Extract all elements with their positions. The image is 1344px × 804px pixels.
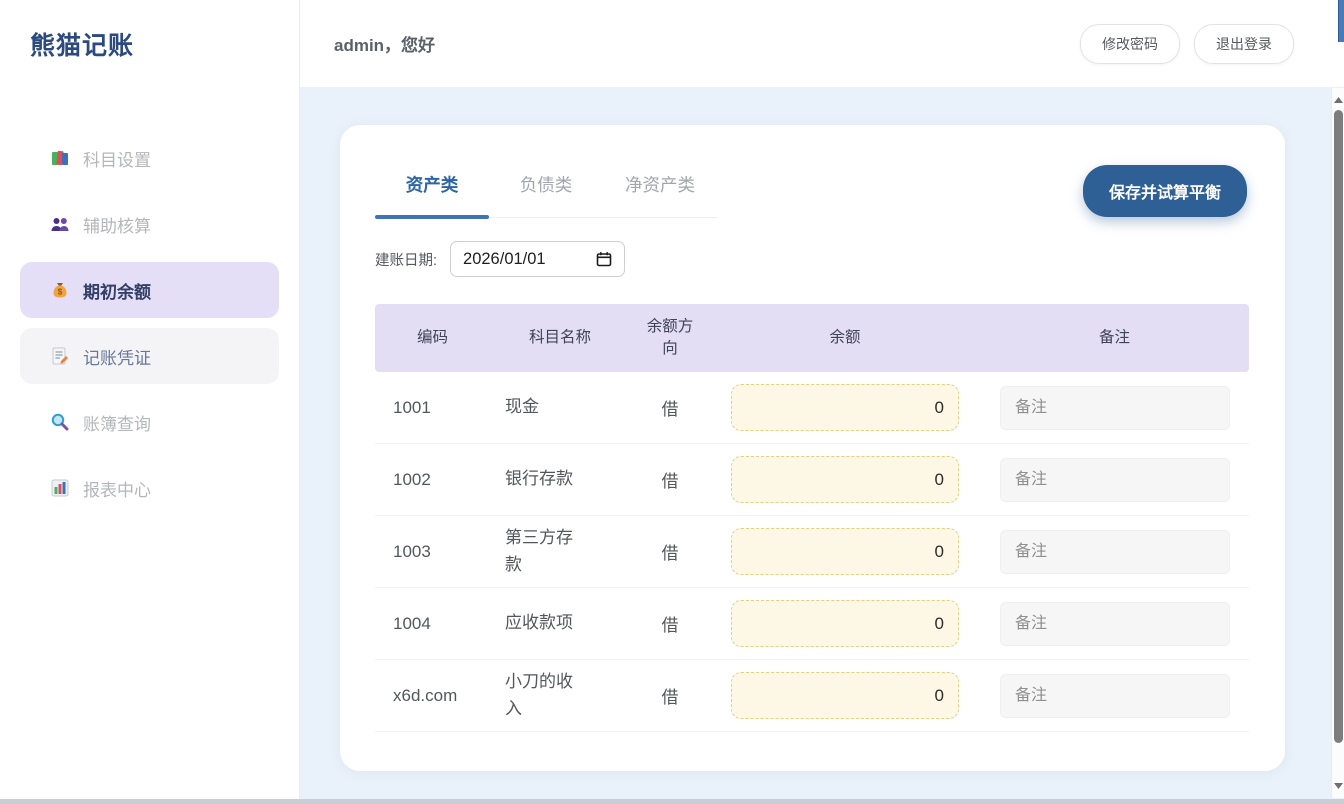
remark-input[interactable]	[1000, 602, 1230, 646]
main-content-area: 资产类 负债类 净资产类 保存并试算平衡 建账日期: 2026/01/01 编码…	[300, 88, 1344, 804]
date-input[interactable]: 2026/01/01	[450, 241, 625, 277]
tabs-row: 资产类 负债类 净资产类 保存并试算平衡	[375, 170, 1249, 218]
table-row: x6d.com 小刀的收入 借	[375, 660, 1249, 732]
balance-input[interactable]	[731, 456, 959, 503]
cell-remark	[980, 602, 1249, 646]
remark-input[interactable]	[1000, 530, 1230, 574]
cell-balance	[710, 384, 980, 431]
memo-icon	[50, 346, 70, 366]
table-row: 1002 银行存款 借	[375, 444, 1249, 516]
horizontal-scrollbar-track[interactable]	[0, 799, 1344, 804]
calendar-icon	[596, 251, 612, 267]
table-row: 1001 现金 借	[375, 372, 1249, 444]
cell-code: x6d.com	[375, 686, 490, 706]
top-header: admin，您好 修改密码 退出登录	[300, 0, 1344, 88]
category-tabs: 资产类 负债类 净资产类	[375, 170, 717, 218]
header-actions: 修改密码 退出登录	[1080, 24, 1294, 64]
column-header-remark: 备注	[980, 327, 1249, 349]
tab-liabilities[interactable]: 负债类	[489, 170, 603, 217]
cell-code: 1002	[375, 470, 490, 490]
date-label: 建账日期:	[375, 249, 437, 270]
cell-code: 1004	[375, 614, 490, 634]
scrollbar-up-arrow[interactable]	[1333, 95, 1344, 106]
sidebar-item-label: 账簿查询	[83, 410, 151, 435]
sidebar-item-label: 期初余额	[83, 278, 151, 303]
tab-assets[interactable]: 资产类	[375, 170, 489, 217]
cell-balance	[710, 528, 980, 575]
table-row: 1004 应收款项 借	[375, 588, 1249, 660]
cell-balance-direction: 借	[630, 683, 710, 708]
sidebar-item-label: 辅助核算	[83, 212, 151, 237]
browser-edge-strip	[1338, 0, 1344, 42]
tab-net-assets[interactable]: 净资产类	[603, 170, 717, 217]
cell-subject-name: 应收款项	[490, 610, 630, 636]
sidebar-item-opening-balance[interactable]: $ 期初余额	[20, 262, 279, 318]
cell-balance-direction: 借	[630, 539, 710, 564]
cell-balance	[710, 600, 980, 647]
sidebar-item-subject-settings[interactable]: 科目设置	[20, 130, 279, 186]
remark-input[interactable]	[1000, 674, 1230, 718]
date-row: 建账日期: 2026/01/01	[375, 241, 1249, 277]
remark-input[interactable]	[1000, 458, 1230, 502]
balance-input[interactable]	[731, 384, 959, 431]
search-icon	[50, 412, 70, 432]
table-body: 1001 现金 借 1002 银行存款 借 1003 第三方存款 借 1004	[375, 372, 1249, 732]
cell-subject-name: 现金	[490, 394, 630, 420]
app-title: 熊猫记账	[30, 26, 299, 62]
vertical-scrollbar[interactable]	[1331, 88, 1344, 798]
books-icon	[50, 148, 70, 168]
cell-subject-name: 第三方存款	[490, 525, 630, 578]
cell-balance-direction: 借	[630, 467, 710, 492]
cell-code: 1003	[375, 542, 490, 562]
remark-input[interactable]	[1000, 386, 1230, 430]
change-password-button[interactable]: 修改密码	[1080, 24, 1180, 64]
sidebar-item-label: 记账凭证	[83, 344, 151, 369]
column-header-balance: 余额	[710, 327, 980, 349]
cell-remark	[980, 530, 1249, 574]
sidebar-item-ledger-query[interactable]: 账簿查询	[20, 394, 279, 450]
cell-subject-name: 小刀的收入	[490, 669, 630, 722]
column-header-balance-direction: 余额方向	[630, 316, 710, 361]
cell-balance	[710, 672, 980, 719]
balance-input[interactable]	[731, 528, 959, 575]
sidebar: 熊猫记账 科目设置 辅助核算 $ 期初余额 记账凭证	[0, 0, 300, 804]
sidebar-item-auxiliary-accounting[interactable]: 辅助核算	[20, 196, 279, 252]
table-header-row: 编码 科目名称 余额方向 余额 备注	[375, 304, 1249, 372]
cell-balance-direction: 借	[630, 395, 710, 420]
table-row: 1003 第三方存款 借	[375, 516, 1249, 588]
cell-code: 1001	[375, 398, 490, 418]
sidebar-item-vouchers[interactable]: 记账凭证	[20, 328, 279, 384]
logout-button[interactable]: 退出登录	[1194, 24, 1294, 64]
column-header-code: 编码	[375, 327, 490, 349]
cell-remark	[980, 458, 1249, 502]
chart-icon	[50, 478, 70, 498]
sidebar-item-label: 报表中心	[83, 476, 151, 501]
cell-balance-direction: 借	[630, 611, 710, 636]
balance-input[interactable]	[731, 672, 959, 719]
opening-balance-card: 资产类 负债类 净资产类 保存并试算平衡 建账日期: 2026/01/01 编码…	[340, 125, 1285, 771]
user-greeting: admin，您好	[334, 31, 435, 56]
people-icon	[50, 214, 70, 234]
balance-input[interactable]	[731, 600, 959, 647]
cell-balance	[710, 456, 980, 503]
sidebar-item-label: 科目设置	[83, 146, 151, 171]
cell-subject-name: 银行存款	[490, 466, 630, 492]
cell-remark	[980, 386, 1249, 430]
column-header-subject-name: 科目名称	[490, 327, 630, 349]
svg-text:$: $	[58, 288, 63, 297]
scrollbar-thumb[interactable]	[1334, 110, 1343, 743]
moneybag-icon: $	[50, 280, 70, 300]
scrollbar-down-arrow[interactable]	[1333, 780, 1344, 791]
sidebar-menu: 科目设置 辅助核算 $ 期初余额 记账凭证 账簿查询	[0, 130, 299, 516]
opening-balance-table: 编码 科目名称 余额方向 余额 备注 1001 现金 借 1002 银行存款 借	[375, 304, 1249, 732]
cell-remark	[980, 674, 1249, 718]
sidebar-item-report-center[interactable]: 报表中心	[20, 460, 279, 516]
save-trial-balance-button[interactable]: 保存并试算平衡	[1083, 165, 1247, 217]
date-value: 2026/01/01	[463, 250, 596, 269]
